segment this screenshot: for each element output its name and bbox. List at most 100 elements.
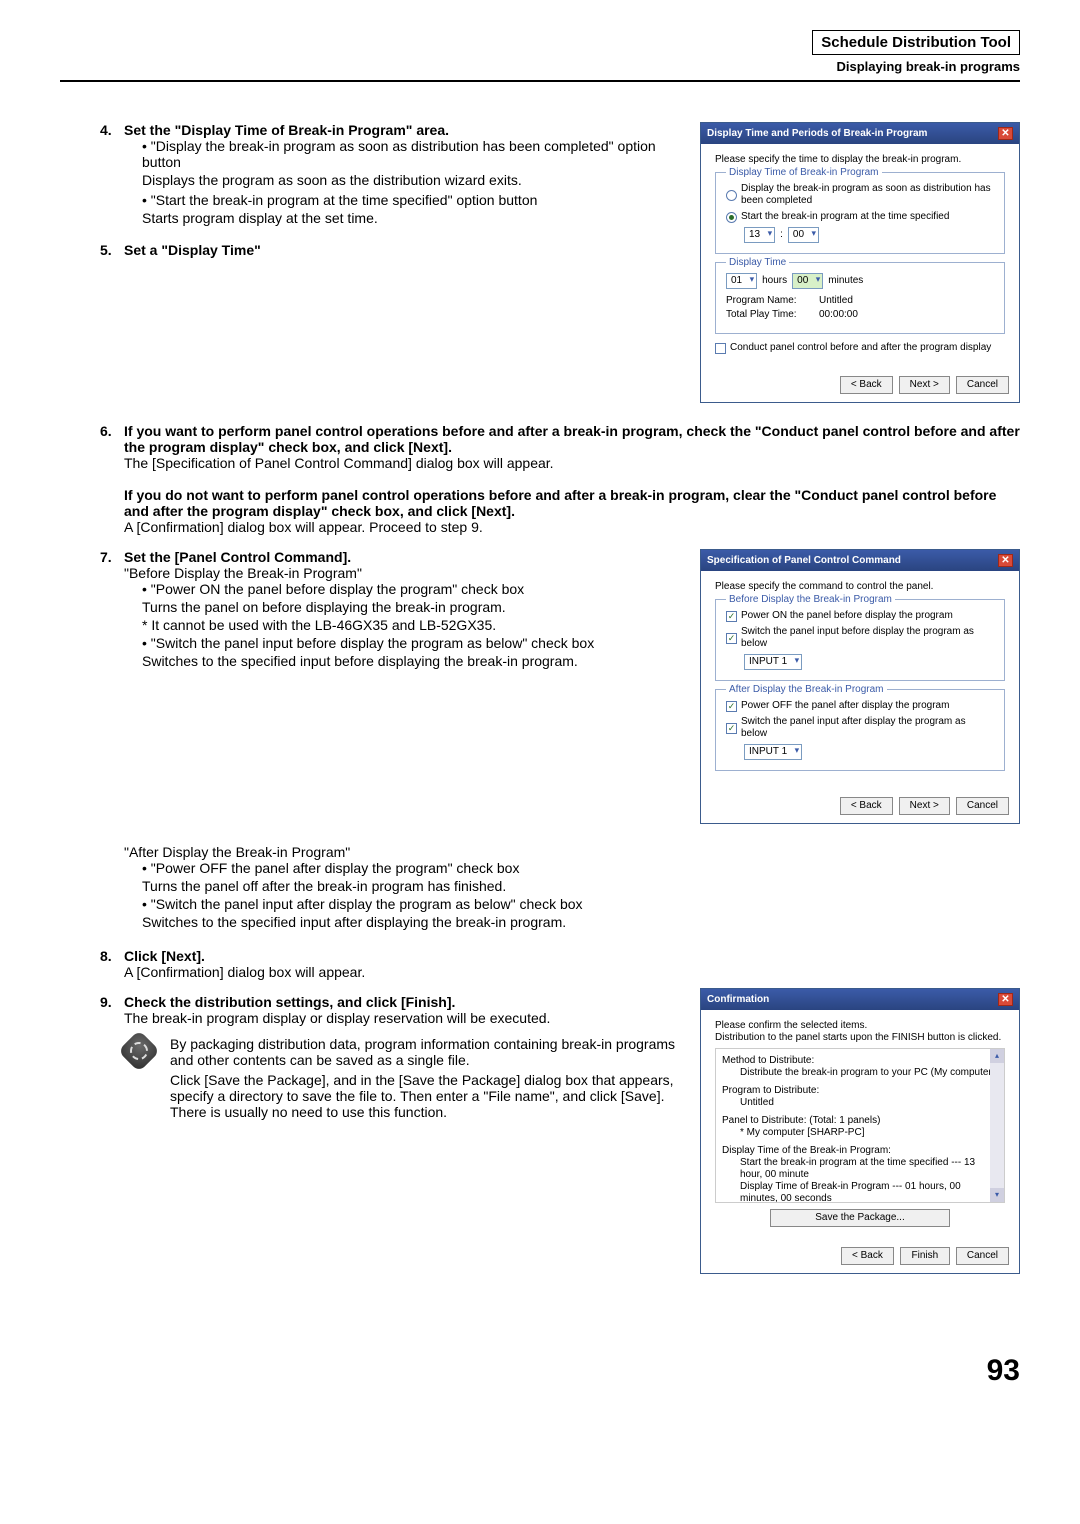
after-display-section: "After Display the Break-in Program" • "… [124,844,1020,930]
program-name-label: Program Name: [726,295,811,307]
checkbox-label: Switch the panel input before display th… [741,626,994,650]
display-time-fieldset: Display Time of Break-in Program Display… [715,172,1005,254]
step-desc: The break-in program display or display … [124,1010,676,1026]
power-on-checkbox[interactable]: Power ON the panel before display the pr… [726,610,994,622]
checkbox-label: Conduct panel control before and after t… [730,342,991,354]
step-number: 6. [100,423,124,535]
step-title: Set the [Panel Control Command]. [124,549,676,565]
header-subtitle: Displaying break-in programs [812,59,1020,74]
conf-value: Distribute the break-in program to your … [722,1067,998,1079]
checkbox-icon [726,723,737,734]
scroll-down-icon[interactable]: ▾ [990,1188,1004,1202]
step-number: 9. [100,994,124,1120]
step-title: Click [Next]. [124,948,676,964]
step-title: Set a "Display Time" [124,242,676,258]
back-button[interactable]: < Back [840,376,893,394]
cancel-button[interactable]: Cancel [956,1247,1009,1265]
dialog-titlebar: Specification of Panel Control Command ✕ [701,550,1019,571]
fieldset-legend: Display Time [726,257,789,269]
bullet-text: "Switch the panel input after display th… [151,896,583,912]
dialog-titlebar: Confirmation ✕ [701,989,1019,1010]
page-number: 93 [60,1354,1020,1388]
conf-label: Display Time of the Break-in Program: [722,1145,998,1157]
conduct-panel-checkbox[interactable]: Conduct panel control before and after t… [715,342,1005,354]
checkbox-label: Switch the panel input after display the… [741,716,994,740]
hint-icon [118,1030,160,1072]
bullet-text: "Switch the panel input before display t… [151,635,594,651]
bullet-desc: Turns the panel off after the break-in p… [142,878,1020,894]
confirmation-list: Method to Distribute: Distribute the bre… [715,1048,1005,1203]
cancel-button[interactable]: Cancel [956,376,1009,394]
header-rule [60,80,1020,82]
total-play-value: 00:00:00 [819,309,858,321]
input-select-before[interactable]: INPUT 1 [744,654,802,670]
finish-button[interactable]: Finish [900,1247,950,1265]
radio-label: Start the break-in program at the time s… [741,211,949,223]
minutes-select[interactable]: 00 [792,273,823,289]
step-desc: The [Specification of Panel Control Comm… [124,455,1020,471]
step-desc: A [Confirmation] dialog box will appear. [124,964,676,980]
dialog-intro: Please specify the time to display the b… [715,154,1005,166]
back-button[interactable]: < Back [841,1247,894,1265]
switch-input-after-checkbox[interactable]: Switch the panel input after display the… [726,716,994,740]
step-text-bold: If you do not want to perform panel cont… [124,487,1020,519]
fieldset-legend: After Display the Break-in Program [726,684,887,696]
header-title: Schedule Distribution Tool [812,30,1020,55]
close-icon[interactable]: ✕ [998,993,1013,1006]
next-button[interactable]: Next > [899,376,950,394]
bullet: • "Switch the panel input before display… [142,635,676,651]
checkbox-icon [726,701,737,712]
fieldset-legend: Before Display the Break-in Program [726,594,895,606]
step-9: 9. Check the distribution settings, and … [100,994,676,1120]
minute-select[interactable]: 00 [788,227,819,243]
step-title: Check the distribution settings, and cli… [124,994,676,1010]
panel-control-dialog: Specification of Panel Control Command ✕… [700,549,1020,824]
radio-option-1[interactable]: Display the break-in program as soon as … [726,183,994,207]
dialog-intro: Please specify the command to control th… [715,581,1005,593]
minutes-label: minutes [828,275,863,287]
scroll-up-icon[interactable]: ▴ [990,1049,1004,1063]
bullet-desc: Switches to the specified input after di… [142,914,1020,930]
input-select-after[interactable]: INPUT 1 [744,744,802,760]
dialog-title: Display Time and Periods of Break-in Pro… [707,128,927,140]
step-7: 7. Set the [Panel Control Command]. "Bef… [100,549,676,671]
back-button[interactable]: < Back [840,797,893,815]
step-6: 6. If you want to perform panel control … [100,423,1020,535]
radio-option-2[interactable]: Start the break-in program at the time s… [726,211,994,223]
before-label: "Before Display the Break-in Program" [124,565,676,581]
conf-value: * My computer [SHARP-PC] [722,1127,998,1139]
conf-value: Start the break-in program at the time s… [722,1157,998,1181]
confirm-intro-1: Please confirm the selected items. [715,1020,1005,1032]
scrollbar[interactable]: ▴ ▾ [990,1049,1004,1202]
main-content: 4. Set the "Display Time of Break-in Pro… [60,122,1020,1294]
step-desc: A [Confirmation] dialog box will appear.… [124,519,1020,535]
bullet-note: * It cannot be used with the LB-46GX35 a… [142,617,676,633]
close-icon[interactable]: ✕ [998,554,1013,567]
save-package-button[interactable]: Save the Package... [770,1209,950,1227]
power-off-checkbox[interactable]: Power OFF the panel after display the pr… [726,700,994,712]
after-fieldset: After Display the Break-in Program Power… [715,689,1005,771]
hour-select[interactable]: 13 [744,227,775,243]
hours-select[interactable]: 01 [726,273,757,289]
next-button[interactable]: Next > [899,797,950,815]
conf-value: Display Time of Break-in Program --- 01 … [722,1181,998,1203]
dialog-titlebar: Display Time and Periods of Break-in Pro… [701,123,1019,144]
bullet-desc: Switches to the specified input before d… [142,653,676,669]
total-play-label: Total Play Time: [726,309,811,321]
step-title: Set the "Display Time of Break-in Progra… [124,122,676,138]
step-8: 8. Click [Next]. A [Confirmation] dialog… [100,948,676,980]
step-number: 5. [100,242,124,258]
bullet-text: "Start the break-in program at the time … [151,192,538,208]
cancel-button[interactable]: Cancel [956,797,1009,815]
time-colon: : [780,229,783,241]
close-icon[interactable]: ✕ [998,127,1013,140]
step-5: 5. Set a "Display Time" [100,242,676,258]
bullet-text: "Power OFF the panel after display the p… [151,860,520,876]
checkbox-label: Power ON the panel before display the pr… [741,610,953,622]
bullet: • "Display the break-in program as soon … [142,138,676,170]
dialog-title: Specification of Panel Control Command [707,555,901,567]
step-number: 4. [100,122,124,228]
hint-text-1: By packaging distribution data, program … [170,1036,676,1068]
switch-input-before-checkbox[interactable]: Switch the panel input before display th… [726,626,994,650]
checkbox-label: Power OFF the panel after display the pr… [741,700,949,712]
